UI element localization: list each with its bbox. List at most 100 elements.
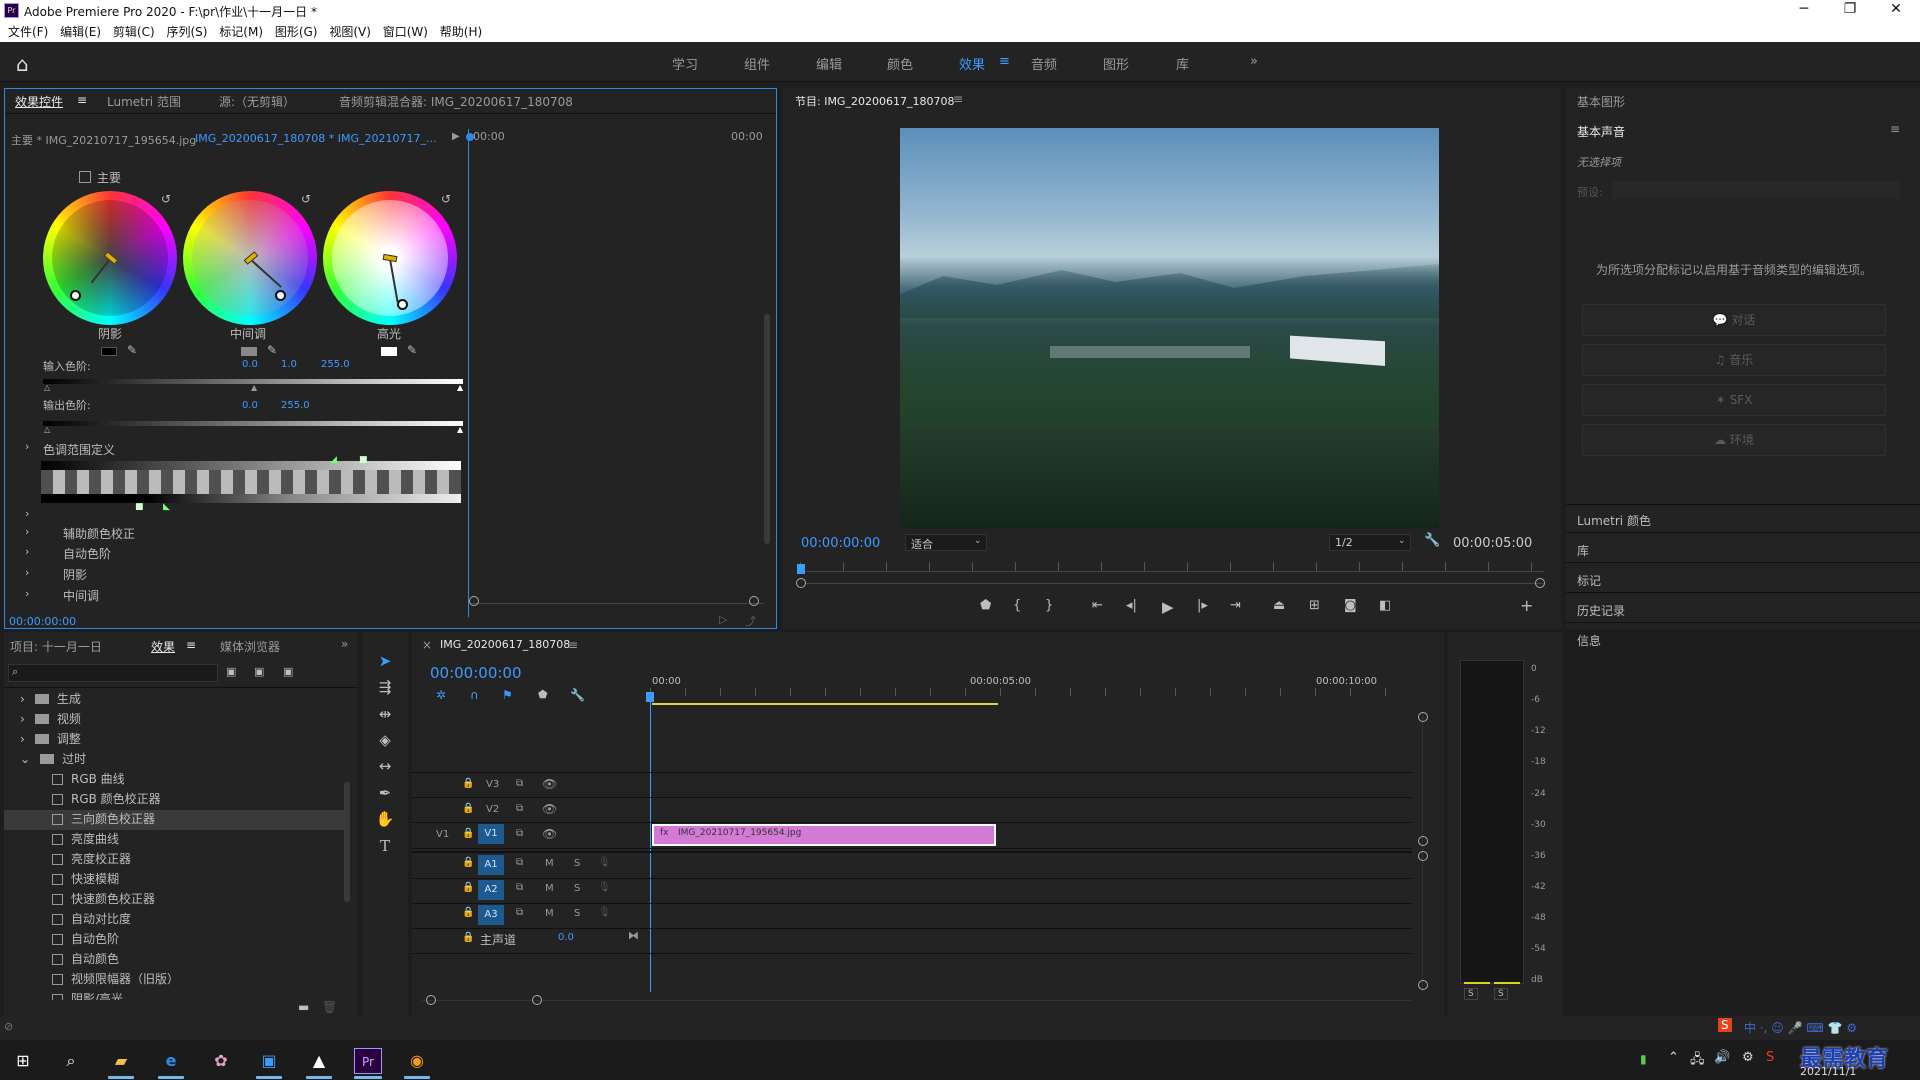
file-explorer-icon[interactable]: ▰ [108, 1048, 134, 1074]
tab-project[interactable]: 项目: 十一月一日 [10, 638, 102, 655]
tab-source[interactable]: 源:（无剪辑） [219, 93, 295, 110]
effect-item[interactable]: 快速颜色校正器 [4, 890, 344, 910]
sync-lock-icon[interactable]: ⧉ [516, 828, 523, 839]
sync-lock-icon[interactable]: ⧉ [516, 857, 523, 868]
close-button[interactable]: ✕ [1876, 1, 1916, 17]
program-zoom-right-handle[interactable] [1535, 578, 1545, 588]
minimize-button[interactable]: ─ [1784, 1, 1824, 17]
solo-button[interactable]: S [574, 858, 580, 869]
a-zoom-bottom-handle[interactable] [1418, 980, 1428, 990]
app-icon[interactable]: ▣ [256, 1048, 282, 1074]
effects-search-input[interactable]: ⌕ [8, 664, 218, 682]
lock-icon[interactable]: 🔒 [462, 882, 474, 893]
markers-panel[interactable]: 标记 [1577, 572, 1601, 589]
sequence-clip-dropdown[interactable]: IMG_20200617_180708 * IMG_20210717_... [195, 132, 436, 145]
midtones-color-wheel[interactable] [183, 191, 317, 325]
photos-icon[interactable]: ▲ [306, 1048, 332, 1074]
track-v1-label[interactable]: V1 [478, 824, 504, 844]
meter-solo-right[interactable]: S [1494, 988, 1508, 1000]
go-to-in-icon[interactable]: ⇤ [1092, 598, 1103, 613]
workspace-audio[interactable]: 音频 [1031, 54, 1057, 73]
h-zoom-right-handle[interactable] [532, 995, 542, 1005]
tray-icon[interactable]: ▮ [1640, 1052, 1647, 1066]
section-shadows[interactable]: 阴影 [63, 566, 87, 583]
panel-more-button[interactable]: » [341, 637, 348, 651]
tonal-range-handle-1[interactable]: ◢ [330, 455, 337, 465]
ime-logo-icon[interactable]: S [1718, 1018, 1732, 1032]
tab-audio-clip-mixer[interactable]: 音频剪辑混合器: IMG_20200617_180708 [339, 93, 573, 110]
tab-effects[interactable]: 效果 [151, 638, 175, 655]
effect-item[interactable]: 自动对比度 [4, 910, 344, 930]
extract-icon[interactable]: ⊞ [1309, 598, 1320, 613]
preset-dropdown[interactable] [1612, 181, 1900, 199]
input-black-handle[interactable]: △ [44, 383, 50, 392]
output-white-value[interactable]: 255.0 [281, 400, 310, 411]
ec-current-time[interactable]: 00:00:00:00 [9, 615, 76, 628]
midtones-eyedropper-icon[interactable]: ✎ [267, 343, 277, 357]
menu-file[interactable]: 文件(F) [8, 22, 48, 42]
windows-start-icon[interactable]: ⊞ [10, 1048, 36, 1074]
mute-button[interactable]: M [545, 858, 554, 869]
tab-effect-controls[interactable]: 效果控件 [15, 93, 63, 110]
program-time-ruler[interactable] [800, 562, 1544, 572]
section-chevron-icon[interactable]: › [25, 566, 29, 579]
volume-icon[interactable]: 🔊 [1714, 1050, 1730, 1065]
linked-selection-icon[interactable]: ⚑ [502, 688, 513, 702]
folder-obsolete[interactable]: ⌄ 过时 [4, 750, 344, 770]
program-menu-icon[interactable]: ≡ [953, 92, 963, 106]
menu-view[interactable]: 视图(V) [329, 22, 371, 42]
essential-sound-menu-icon[interactable]: ≡ [1890, 122, 1900, 136]
tonal-range-chevron-icon[interactable]: › [25, 440, 29, 453]
32bit-effects-icon[interactable]: ▣ [254, 665, 264, 678]
section-midtones[interactable]: 中间调 [63, 587, 99, 604]
input-black-value[interactable]: 0.0 [242, 359, 258, 370]
program-timecode[interactable]: 00:00:00:00 [801, 536, 880, 551]
section-chevron-icon[interactable]: › [25, 587, 29, 600]
pen-tool-icon[interactable]: ✒ [372, 784, 398, 810]
accelerated-effects-icon[interactable]: ▣ [226, 665, 236, 678]
info-panel[interactable]: 信息 [1577, 632, 1601, 649]
meter-solo-left[interactable]: S [1464, 988, 1478, 1000]
midtones-reset-icon[interactable]: ↺ [301, 192, 311, 206]
ec-zoom-left-handle[interactable] [469, 596, 479, 606]
effect-item-selected[interactable]: 三向颜色校正器 [4, 810, 344, 830]
shadows-eyedropper-icon[interactable]: ✎ [127, 343, 137, 357]
effect-item[interactable]: 视频限幅器（旧版） [4, 970, 344, 990]
eye-icon[interactable]: 👁 [542, 802, 557, 816]
libraries-panel[interactable]: 库 [1577, 542, 1589, 559]
workspace-menu-icon[interactable]: ≡ [999, 54, 1010, 69]
folder-adjust[interactable]: › 调整 [4, 730, 344, 750]
essential-graphics-tab[interactable]: 基本图形 [1577, 93, 1625, 110]
effect-item[interactable]: 亮度曲线 [4, 830, 344, 850]
menu-sequence[interactable]: 序列(S) [166, 22, 207, 42]
menu-window[interactable]: 窗口(W) [383, 22, 428, 42]
shadows-color-wheel[interactable] [43, 191, 177, 325]
effect-item[interactable]: RGB 曲线 [4, 770, 344, 790]
lock-icon[interactable]: 🔒 [462, 857, 474, 868]
program-zoom-left-handle[interactable] [796, 578, 806, 588]
effect-item[interactable]: 自动色阶 [4, 930, 344, 950]
workspace-more-button[interactable]: » [1250, 54, 1258, 69]
timeline-playhead[interactable] [650, 692, 651, 992]
track-v2-label[interactable]: V2 [486, 804, 499, 815]
effects-scrollbar[interactable] [344, 782, 350, 902]
add-marker-icon[interactable]: ⬟ [980, 598, 991, 613]
go-to-out-icon[interactable]: ⇥ [1230, 598, 1241, 613]
new-bin-icon[interactable]: ▬ [298, 1000, 309, 1014]
play-only-audio-icon[interactable]: ▶ [452, 131, 460, 142]
tonal-range-handle-3[interactable]: ■ [135, 502, 144, 512]
master-clip-label[interactable]: 主要 * IMG_20210717_195654.jpg [11, 132, 196, 148]
type-tool-icon[interactable]: T [372, 837, 398, 863]
ime-toolbar[interactable]: 中 ·, ☺ 🎤 ⌨ 👕 ⚙ [1744, 1019, 1857, 1036]
go-to-end-icon[interactable]: ⧓ [628, 929, 639, 942]
voiceover-mic-icon[interactable]: 🎙 [598, 882, 611, 893]
history-panel[interactable]: 历史记录 [1577, 602, 1625, 619]
highlights-swatch[interactable] [381, 347, 397, 356]
section-auto-levels[interactable]: 自动色阶 [63, 545, 111, 562]
output-white-handle[interactable]: ▲ [457, 425, 463, 434]
timeline-sequence-tab[interactable]: IMG_20200617_180708 [440, 638, 570, 651]
lumetri-color-panel[interactable]: Lumetri 颜色 [1577, 512, 1651, 529]
ec-playhead[interactable] [466, 133, 474, 141]
work-area-bar[interactable] [652, 703, 998, 705]
master-checkbox[interactable] [79, 171, 91, 183]
